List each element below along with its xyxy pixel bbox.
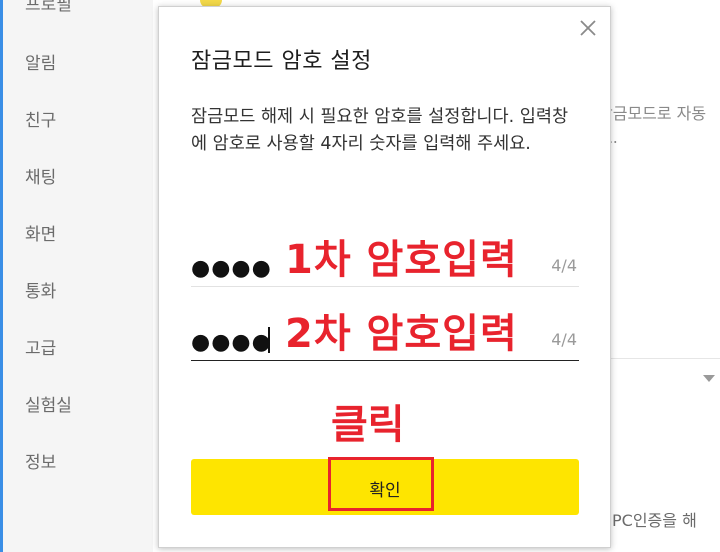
input-underline — [191, 286, 579, 287]
password-confirm-masked-value: ●●●● — [191, 330, 272, 355]
divider — [609, 358, 720, 359]
lock-password-dialog: 잠금모드 암호 설정 잠금모드 해제 시 필요한 암호를 설정합니다. 입력창에… — [158, 6, 611, 548]
confirm-button[interactable]: 확인 — [191, 457, 579, 515]
text-caret — [268, 327, 270, 353]
close-icon[interactable] — [577, 17, 599, 39]
dialog-title: 잠금모드 암호 설정 — [191, 49, 372, 74]
sidebar-item-display[interactable]: 화면 — [25, 220, 56, 245]
input-underline-active — [191, 360, 579, 361]
sidebar-item-notifications[interactable]: 알림 — [25, 49, 56, 74]
password-confirm-input[interactable]: ●●●● 2차 암호입력 4/4 — [191, 311, 579, 361]
dropdown-chevron-icon[interactable] — [703, 375, 715, 382]
settings-sidebar: 프로필 알림 친구 채팅 화면 통화 고급 실험실 정보 — [3, 0, 153, 552]
password-masked-value: ●●●● — [191, 256, 272, 281]
password-char-counter: 4/4 — [551, 256, 577, 275]
annotation-highlight-box — [328, 457, 434, 511]
sidebar-item-info[interactable]: 정보 — [25, 448, 56, 473]
sidebar-item-lab[interactable]: 실험실 — [25, 391, 72, 416]
lock-mode-description: 잠금모드로 자동 — [598, 104, 707, 123]
password-confirm-char-counter: 4/4 — [551, 330, 577, 349]
annotation-second-password: 2차 암호입력 — [285, 311, 518, 357]
sidebar-item-profile[interactable]: 프로필 — [25, 0, 72, 15]
sidebar-item-call[interactable]: 통화 — [25, 277, 56, 302]
sidebar-item-advanced[interactable]: 고급 — [25, 334, 56, 359]
password-input[interactable]: ●●●● 1차 암호입력 4/4 — [191, 237, 579, 287]
pc-auth-text: PC인증을 해 — [612, 511, 697, 530]
annotation-first-password: 1차 암호입력 — [285, 237, 518, 283]
sidebar-item-friends[interactable]: 친구 — [25, 106, 56, 131]
dialog-description: 잠금모드 해제 시 필요한 암호를 설정합니다. 입력창에 암호로 사용할 4자… — [191, 107, 569, 154]
annotation-click: 클릭 — [331, 402, 405, 448]
sidebar-item-chat[interactable]: 채팅 — [25, 163, 56, 188]
